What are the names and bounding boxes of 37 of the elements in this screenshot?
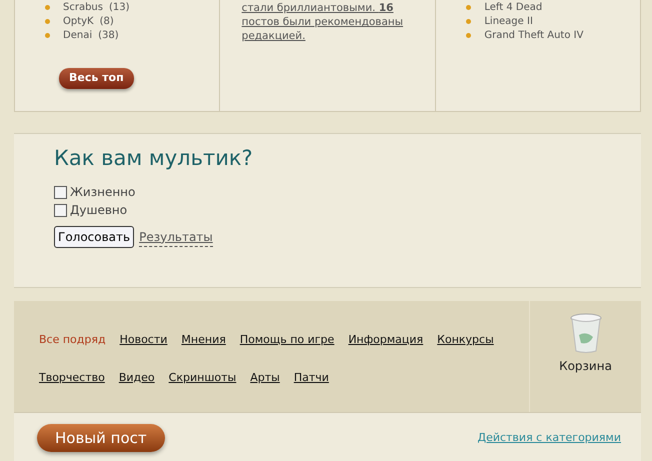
category-link[interactable]: Все подряд: [39, 332, 106, 348]
game-link[interactable]: Lineage II: [484, 14, 533, 28]
bullet-icon: [45, 32, 50, 38]
user-link[interactable]: OptyK: [63, 14, 94, 28]
category-link[interactable]: Мнения: [181, 332, 226, 348]
category-link[interactable]: Видео: [118, 370, 155, 386]
user-link[interactable]: Scrabus: [63, 0, 103, 14]
option-label: Душевно: [70, 202, 128, 220]
category-link[interactable]: Творчество: [39, 370, 105, 386]
game-link[interactable]: Left 4 Dead: [484, 0, 542, 14]
checkbox[interactable]: [54, 186, 67, 199]
stats-text: стали бриллиантовыми. 16 постов были рекомендованы редакцией.: [242, 1, 404, 43]
trash-label: Корзина: [559, 358, 612, 375]
bullet-icon: [466, 32, 472, 38]
category-link[interactable]: Информация: [348, 332, 424, 348]
game-link[interactable]: Grand Theft Auto IV: [484, 28, 584, 42]
category-link[interactable]: Помощь по игре: [240, 332, 334, 348]
all-top-button[interactable]: Весь топ: [59, 68, 134, 88]
option-label: Жизненно: [70, 184, 136, 202]
category-link[interactable]: Конкурсы: [437, 332, 494, 348]
poll-title: Как вам мультик?: [54, 146, 254, 172]
results-link[interactable]: Результаты: [139, 228, 213, 247]
count-text: (13): [108, 0, 130, 14]
bullet-icon: [45, 18, 50, 24]
bullet-icon: [45, 4, 50, 10]
user-link[interactable]: Denai: [63, 28, 92, 42]
category-link[interactable]: Патчи: [294, 370, 329, 386]
count-text: (38): [98, 28, 119, 42]
bullet-icon: [466, 18, 472, 24]
category-link[interactable]: Арты: [250, 370, 280, 386]
bullet-icon: [466, 4, 472, 10]
category-link[interactable]: Новости: [120, 332, 168, 348]
new-post-button[interactable]: Новый пост: [37, 424, 165, 452]
checkbox[interactable]: [54, 204, 67, 217]
category-link[interactable]: Скриншоты: [168, 370, 236, 386]
vote-button[interactable]: Голосовать: [54, 226, 134, 248]
count-text: (8): [100, 14, 114, 28]
